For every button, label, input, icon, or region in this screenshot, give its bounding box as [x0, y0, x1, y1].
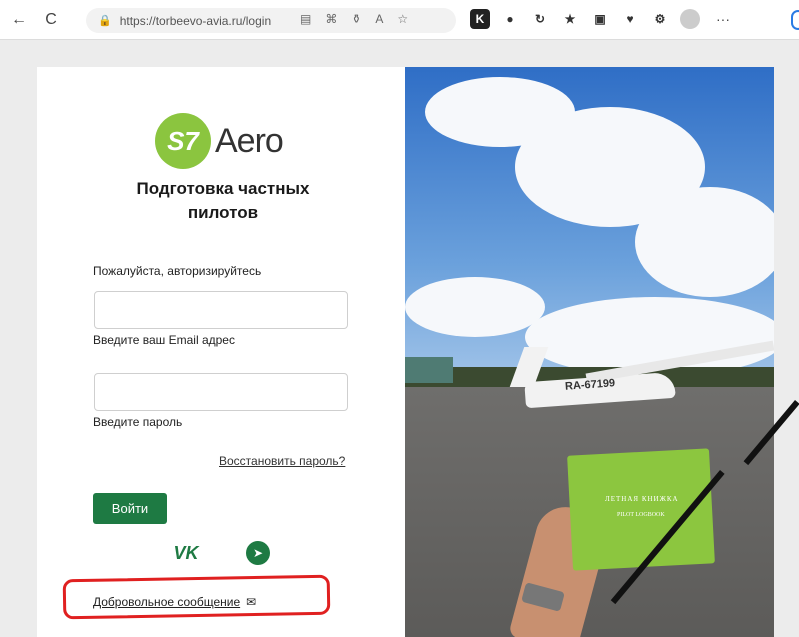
red-highlight-outline [62, 574, 331, 620]
telegram-icon[interactable]: ➤ [246, 541, 270, 565]
email-field[interactable] [94, 291, 348, 329]
extensions-bar: K ● ↻ ★ ▣ ♥ ⚙ ··· [470, 9, 730, 29]
copilot-icon[interactable]: ↻ [530, 9, 550, 29]
performance-icon[interactable]: ⚙ [650, 9, 670, 29]
email-hint: Введите ваш Email адрес [93, 333, 235, 347]
reload-icon[interactable]: C [38, 7, 64, 33]
photo-logbook-subtitle: PILOT LOGBOOK [617, 512, 665, 518]
s7-aero-logo: S7 Aero [155, 113, 284, 169]
key-icon[interactable]: ⚱ [351, 12, 361, 26]
forgot-password-link[interactable]: Восстановить пароль? [219, 454, 345, 468]
favorites-icon[interactable]: ★ [560, 9, 580, 29]
read-aloud-icon[interactable]: A [375, 12, 383, 26]
address-bar-actions: ▤ ⌘ ⚱ A ☆ [300, 12, 408, 26]
password-hint: Введите пароль [93, 415, 183, 429]
app-grid-icon[interactable]: ⌘ [325, 12, 337, 26]
back-arrow-icon[interactable]: ← [6, 7, 32, 33]
browser-essentials-icon[interactable]: ♥ [620, 9, 640, 29]
extension-icon[interactable]: ● [500, 9, 520, 29]
photo-logbook-title: ЛЕТНАЯ КНИЖКА [605, 495, 679, 503]
address-url: https://torbeevo-avia.ru/login [119, 13, 272, 28]
login-prompt: Пожалуйста, авторизируйтесь [93, 264, 262, 278]
favorite-star-icon[interactable]: ☆ [397, 12, 408, 26]
photo-cloud [405, 277, 545, 337]
login-button[interactable]: Войти [93, 493, 167, 524]
reader-icon[interactable]: ▤ [300, 12, 311, 26]
photo-cloud [635, 187, 774, 297]
profile-avatar[interactable] [680, 9, 700, 29]
vk-icon[interactable]: VK [171, 541, 201, 565]
k-extension-icon[interactable]: K [470, 9, 490, 29]
photo-hangar [405, 357, 453, 383]
page-title: Подготовка частных пилотов [136, 179, 310, 222]
collections-icon[interactable]: ▣ [590, 9, 610, 29]
password-field[interactable] [94, 373, 348, 411]
hero-photo: RA-67199 ЛЕТНАЯ КНИЖКА PILOT LOGBOOK [405, 67, 774, 637]
logo-text: Aero [215, 121, 284, 160]
page-info-icon[interactable]: 🔒 [98, 14, 112, 27]
page: S7 Aero Подготовка частных пилотов Пожал… [0, 41, 799, 637]
browser-toolbar: ← C 🔒 https://torbeevo-avia.ru/login ▤ ⌘… [0, 0, 799, 40]
more-menu-icon[interactable]: ··· [716, 11, 730, 27]
sidebar-tab-icon[interactable] [791, 10, 799, 30]
login-panel: S7 Aero Подготовка частных пилотов Пожал… [37, 67, 405, 637]
logo-mark: S7 [155, 113, 211, 169]
